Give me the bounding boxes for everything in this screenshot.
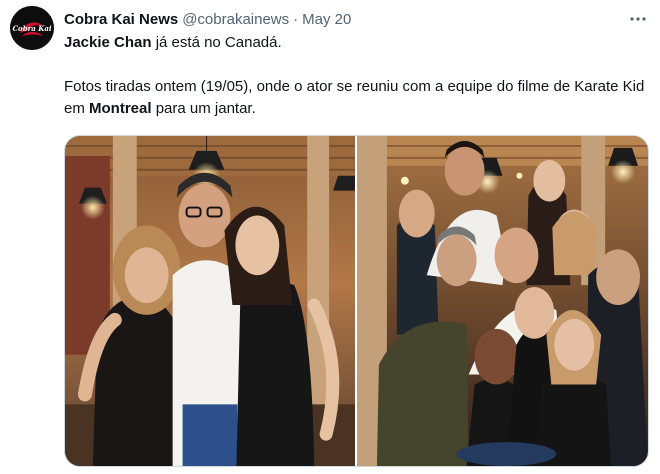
photo-group-dinner-montreal[interactable] [357, 136, 648, 466]
avatar[interactable]: Cobra Kai [10, 6, 54, 50]
tweet: Cobra Kai Cobra Kai News @cobrakainews ·… [0, 0, 660, 474]
author-name[interactable]: Cobra Kai News [64, 11, 178, 28]
more-options-button[interactable] [626, 8, 650, 30]
tweet-text: Jackie Chan já está no Canadá. Fotos tir… [64, 32, 654, 120]
more-dots-icon [630, 17, 646, 21]
tweet-header: Cobra Kai News @cobrakainews · May 20 [64, 8, 351, 30]
media-grid [64, 135, 649, 467]
tweet-date[interactable]: May 20 [302, 11, 351, 28]
tweet-text-line-1: Jackie Chan já está no Canadá. [64, 32, 654, 54]
avatar-logo-text: Cobra Kai [12, 24, 51, 33]
place-montreal: Montreal [89, 100, 152, 117]
line2-part-b: para um jantar. [151, 100, 256, 117]
tweet-text-line-2: Fotos tiradas ontem (19/05), onde o ator… [64, 76, 654, 120]
cobra-kai-logo-icon: Cobra Kai [10, 6, 54, 50]
line1-rest: já está no Canadá. [151, 34, 282, 51]
separator-dot: · [293, 10, 299, 28]
photo-jackie-chan-with-two-women[interactable] [65, 136, 355, 466]
author-handle[interactable]: @cobrakainews [182, 11, 289, 28]
mention-jackie-chan: Jackie Chan [64, 34, 152, 51]
